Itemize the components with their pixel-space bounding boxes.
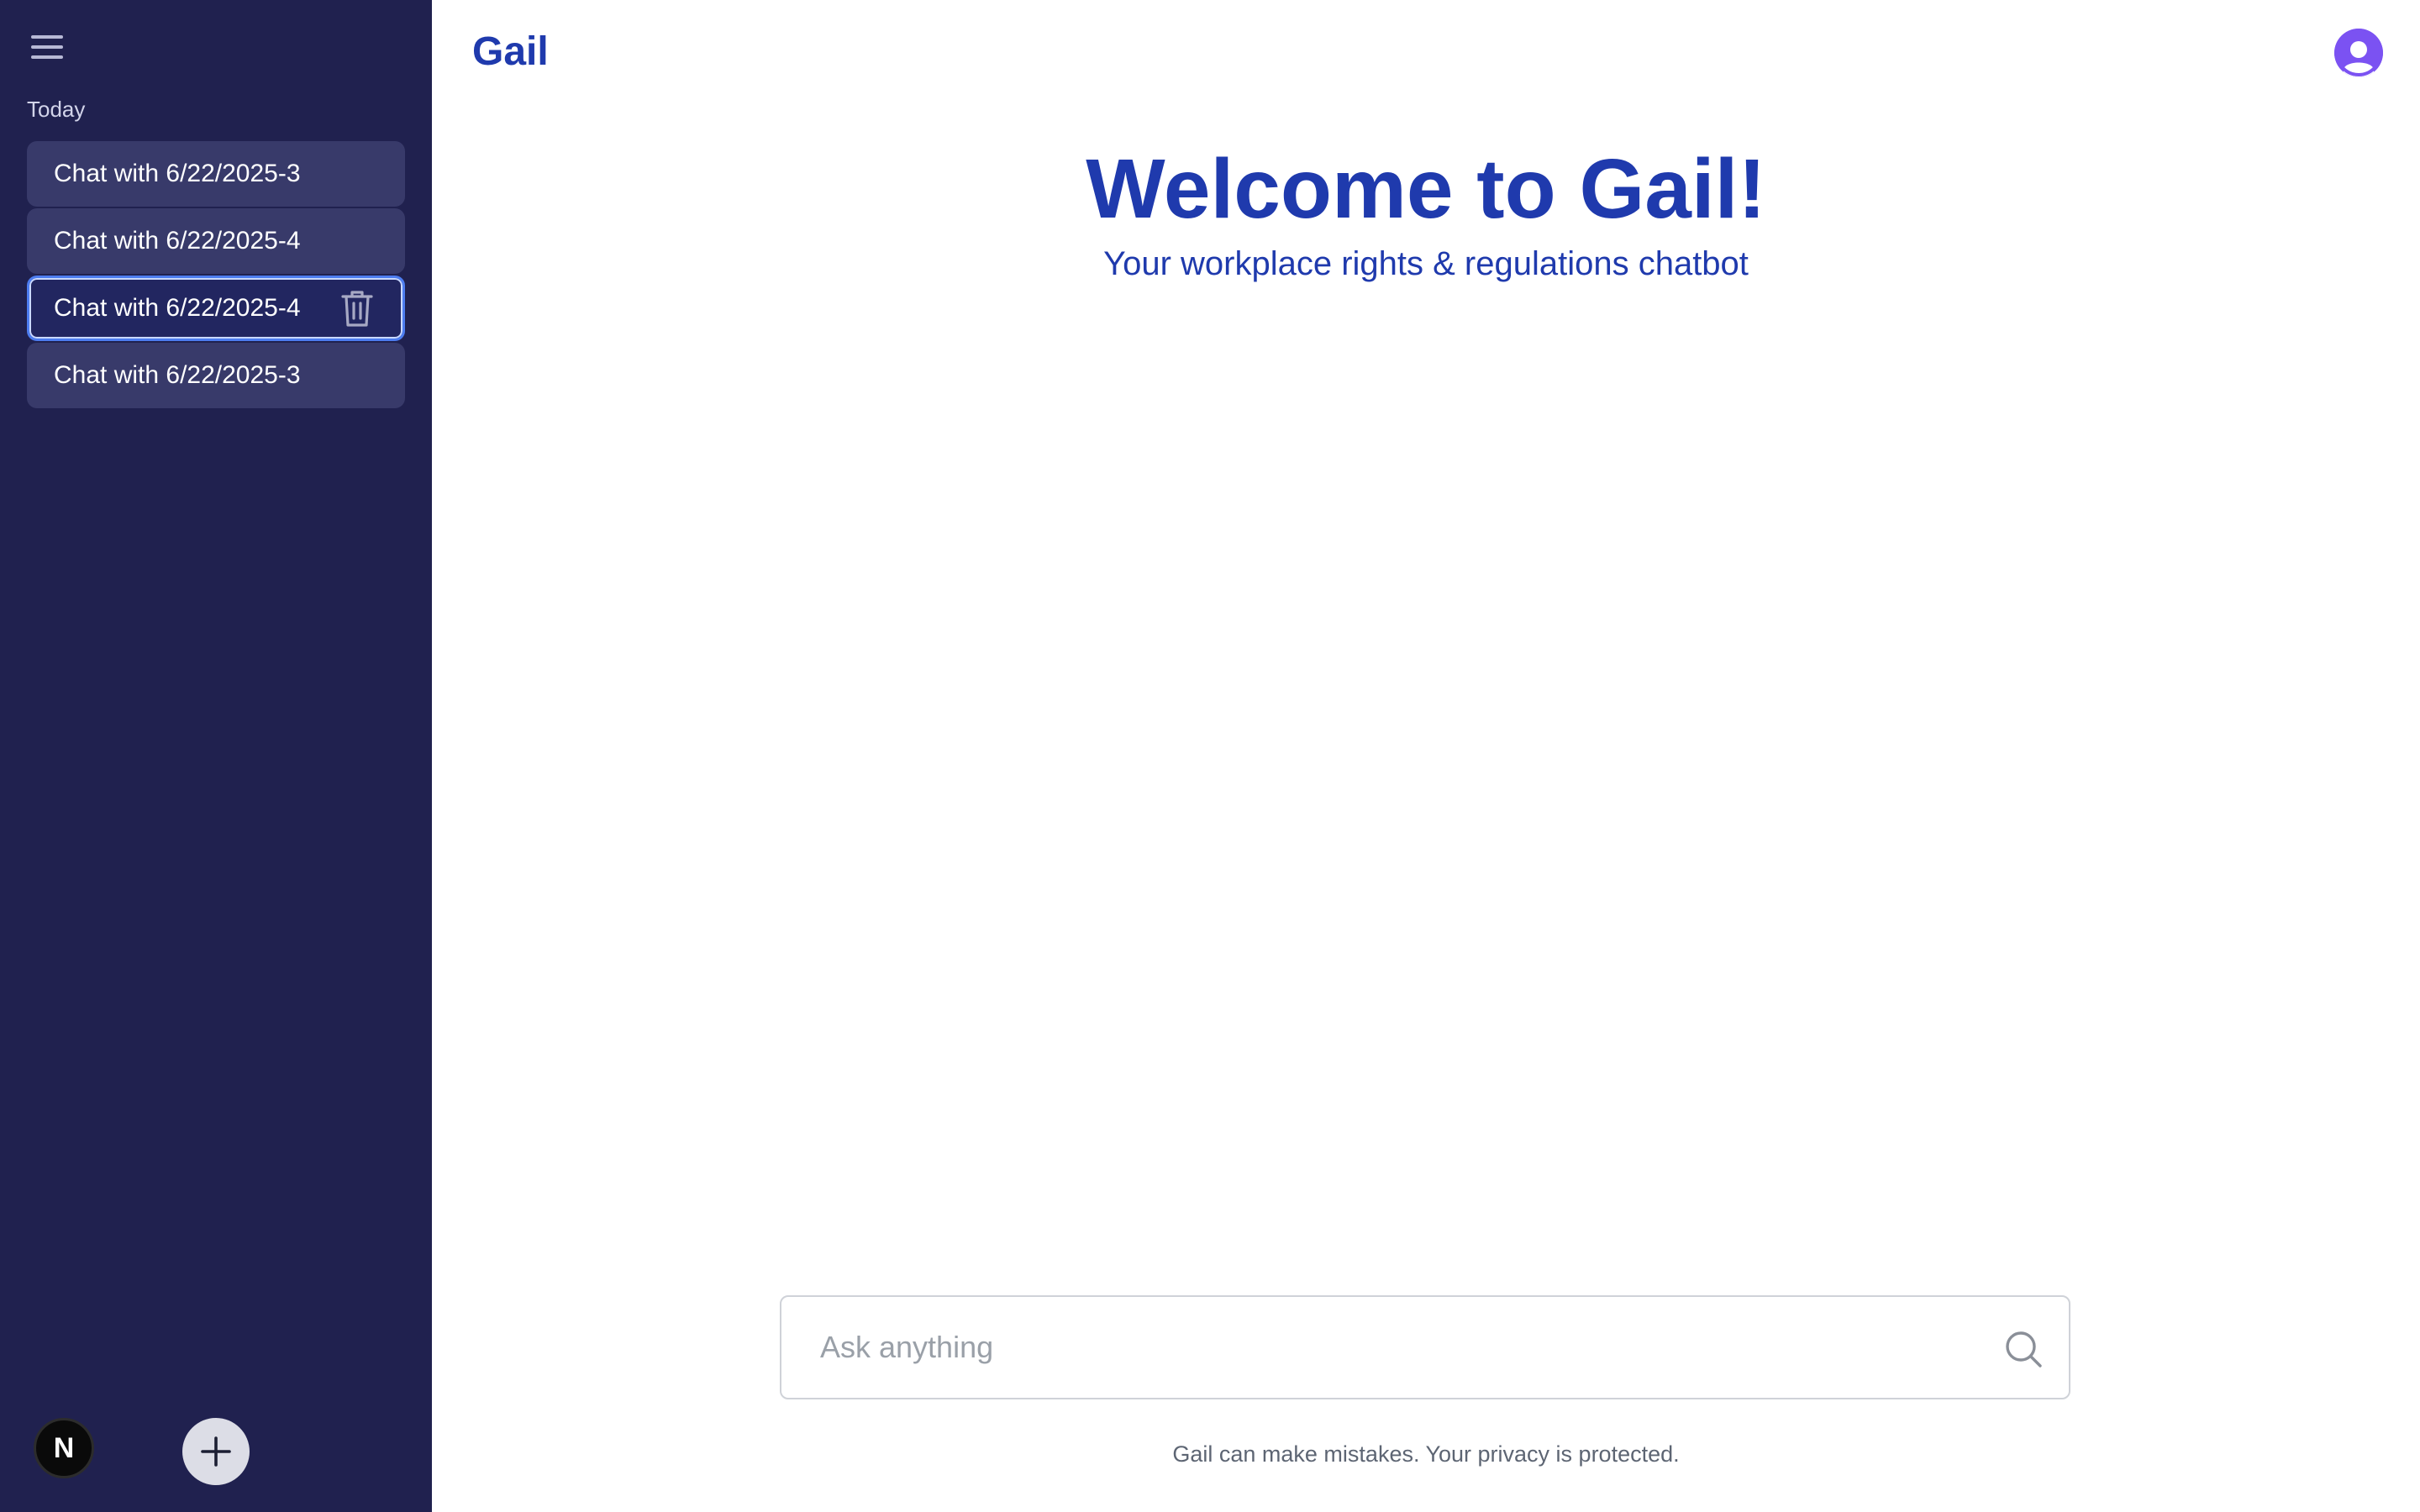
sidebar: Today Chat with 6/22/2025-3 Chat with 6/… bbox=[0, 0, 432, 1512]
chat-history-item-active[interactable]: Chat with 6/22/2025-4 bbox=[27, 276, 405, 341]
chat-item-label: Chat with 6/22/2025-3 bbox=[54, 160, 301, 187]
search-icon[interactable] bbox=[2003, 1329, 2044, 1369]
chat-item-label: Chat with 6/22/2025-4 bbox=[54, 294, 301, 322]
chat-item-label: Chat with 6/22/2025-4 bbox=[54, 227, 301, 255]
chat-item-label: Chat with 6/22/2025-3 bbox=[54, 361, 301, 389]
section-label-today: Today bbox=[27, 97, 86, 122]
chat-history-list: Chat with 6/22/2025-3 Chat with 6/22/202… bbox=[27, 141, 405, 410]
chat-history-item[interactable]: Chat with 6/22/2025-3 bbox=[27, 343, 405, 408]
new-chat-button[interactable] bbox=[182, 1418, 250, 1485]
chat-input[interactable] bbox=[820, 1297, 1963, 1398]
user-avatar-icon[interactable] bbox=[2334, 29, 2383, 77]
hamburger-menu-icon[interactable] bbox=[25, 25, 69, 69]
welcome-title: Welcome to Gail! bbox=[1086, 142, 1766, 236]
main-panel: Gail Welcome to Gail! Your workplace rig… bbox=[432, 0, 2420, 1512]
disclaimer-text: Gail can make mistakes. Your privacy is … bbox=[1172, 1441, 1680, 1467]
chat-history-item[interactable]: Chat with 6/22/2025-3 bbox=[27, 141, 405, 207]
chat-input-box bbox=[780, 1295, 2070, 1399]
app-brand[interactable]: Gail bbox=[472, 29, 549, 75]
chat-history-item[interactable]: Chat with 6/22/2025-4 bbox=[27, 208, 405, 274]
trash-icon[interactable] bbox=[340, 289, 374, 328]
user-initial-avatar[interactable]: N bbox=[34, 1418, 94, 1478]
avatar-letter: N bbox=[53, 1431, 75, 1464]
welcome-subtitle: Your workplace rights & regulations chat… bbox=[1103, 245, 1749, 282]
plus-icon bbox=[201, 1436, 231, 1467]
